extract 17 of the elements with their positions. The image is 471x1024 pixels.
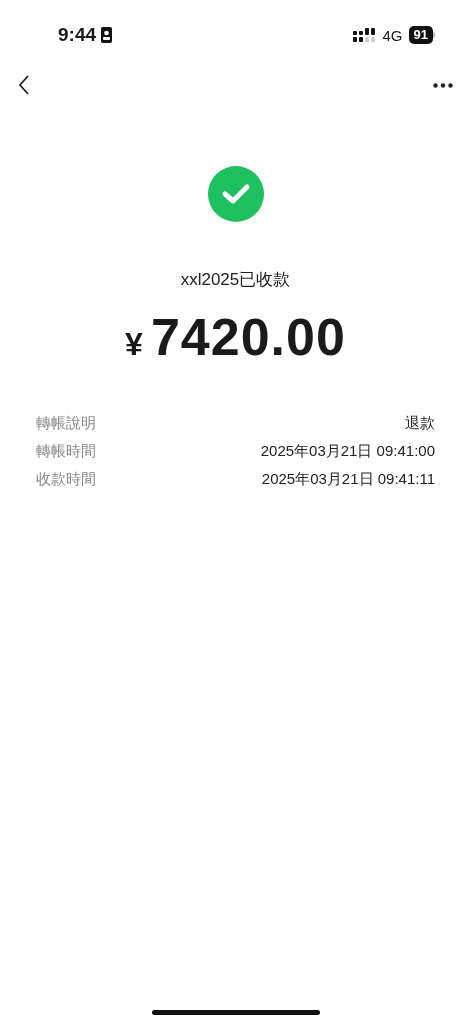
success-check-icon [207, 166, 264, 222]
battery-level: 91 [408, 26, 433, 44]
network-label: 4G [382, 26, 403, 44]
detail-label: 轉帳說明 [36, 413, 96, 433]
detail-value: 2025年03月21日 09:41:11 [261, 469, 435, 489]
back-icon[interactable] [18, 75, 30, 95]
contact-icon [101, 27, 113, 43]
detail-label: 收款時間 [36, 469, 96, 489]
detail-value: 退款 [405, 413, 435, 433]
detail-label: 轉帳時間 [36, 441, 96, 461]
signal-icon [352, 28, 377, 42]
payment-amount: 7420.00 [150, 307, 346, 367]
detail-value: 2025年03月21日 09:41:00 [260, 441, 435, 461]
status-time: 9:44 [58, 24, 97, 46]
more-icon[interactable] [433, 82, 453, 88]
payment-status: xxl2025已收款 [180, 269, 291, 291]
currency-symbol: ¥ [125, 326, 143, 363]
